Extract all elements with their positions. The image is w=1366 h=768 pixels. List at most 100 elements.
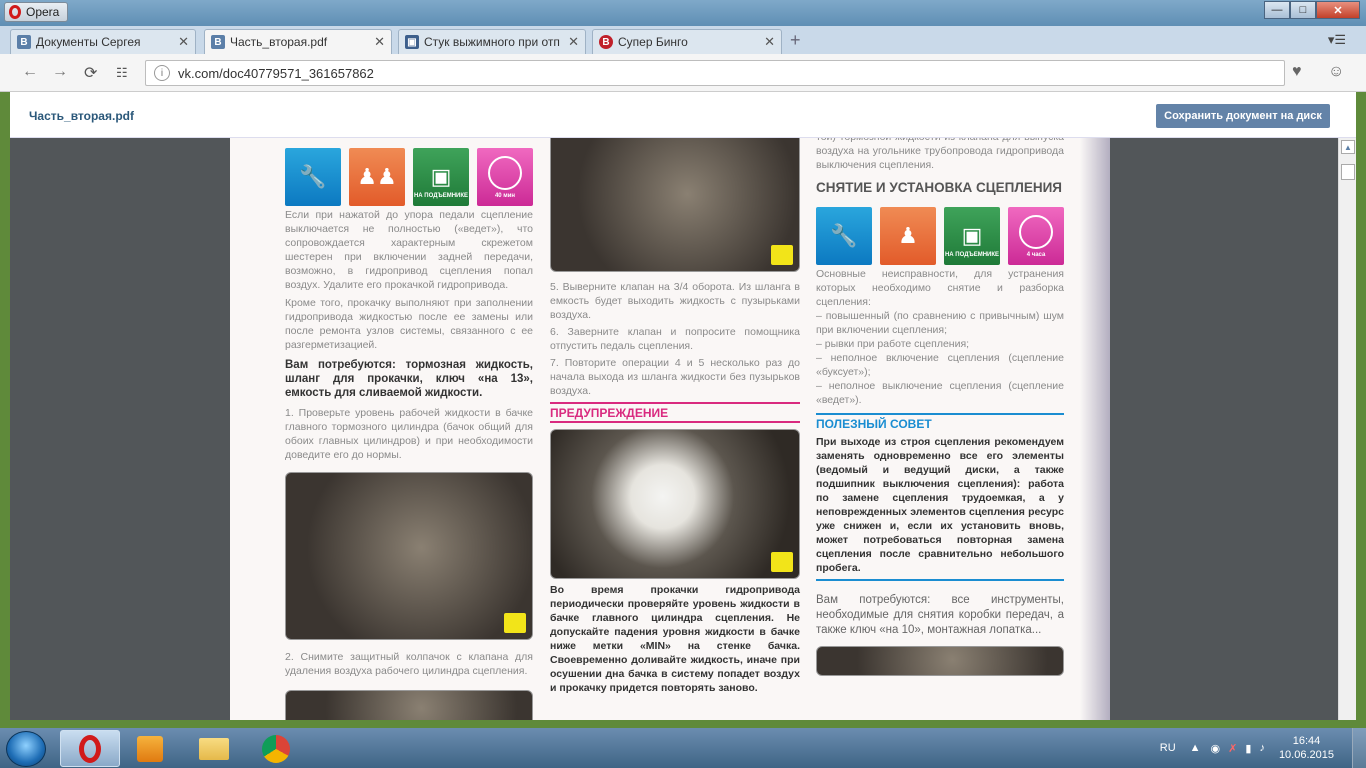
back-arrow-icon[interactable]: ← <box>22 63 38 81</box>
photo-hose <box>550 138 800 272</box>
vk-favicon-icon: В <box>211 35 225 49</box>
car-favicon-icon: ▣ <box>405 35 419 49</box>
wrench-icon: 🔧 <box>285 148 341 206</box>
volume-icon[interactable]: ♪ <box>1259 742 1265 754</box>
vk-document-header: Часть_вторая.pdf Сохранить документ на д… <box>10 92 1356 138</box>
step-text: 6. Заверните клапан и попросите помощник… <box>550 326 800 352</box>
close-button[interactable]: ✕ <box>1316 1 1360 19</box>
photo-bottom <box>285 690 533 720</box>
taskbar-chrome[interactable] <box>246 730 306 767</box>
warning-text: Во время прокачки гидропривода периодиче… <box>550 584 800 694</box>
scroll-thumb[interactable] <box>1341 164 1355 180</box>
paragraph: Если при нажатой до упора педали сцеплен… <box>285 209 533 291</box>
account-icon[interactable]: ☺ <box>1328 63 1344 81</box>
pdf-column-middle: 5. Выверните клапан на 3/4 оборота. Из ш… <box>550 138 800 695</box>
taskbar-media-player[interactable] <box>120 730 180 767</box>
document-title[interactable]: Часть_вторая.pdf <box>29 109 134 123</box>
opera-logo-icon <box>9 5 21 19</box>
chrome-icon <box>262 734 290 763</box>
tab-label: Часть_вторая.pdf <box>230 35 328 49</box>
taskbar-opera[interactable] <box>60 730 120 767</box>
network-warning-icon[interactable]: ✗ <box>1228 742 1237 755</box>
speed-dial-grid-icon[interactable]: ☷ <box>116 65 128 81</box>
step-text: 1. Проверьте уровень рабочей жидкости в … <box>285 407 533 461</box>
tab-label: Супер Бинго <box>618 35 688 49</box>
list-item: – повышенный (по сравнению с привычным) … <box>816 310 1064 336</box>
photo-bottom <box>816 646 1064 676</box>
language-indicator[interactable]: RU <box>1160 742 1176 754</box>
requirements-text: Вам потребуются: все инструменты, необхо… <box>816 594 1064 636</box>
opera-logo-icon <box>79 734 101 763</box>
difficulty-icons: 🔧 ♟♟ ▣ НА ПОДЪЕМНИКЕ 40 мин <box>285 148 533 206</box>
maximize-button[interactable]: □ <box>1290 1 1316 19</box>
section-title: СНЯТИЕ И УСТАНОВКА СЦЕПЛЕНИЯ <box>816 180 1063 195</box>
taskbar-explorer[interactable] <box>184 730 244 767</box>
vertical-scrollbar[interactable]: ▲ <box>1338 138 1356 720</box>
paragraph: Основные неисправности, для устранения к… <box>816 268 1064 308</box>
forward-arrow-icon[interactable]: → <box>52 63 68 81</box>
minimize-button[interactable]: — <box>1264 1 1290 19</box>
tab-close-icon[interactable]: ✕ <box>178 34 189 50</box>
tab-forum[interactable]: ▣ Стук выжимного при отп ✕ <box>398 29 586 54</box>
show-hidden-icons-icon[interactable]: ▲ <box>1190 742 1201 754</box>
tab-documents[interactable]: В Документы Сергея ✕ <box>10 29 196 54</box>
clock-icon: 4 часа <box>1008 207 1064 265</box>
bingo-favicon-icon: B <box>599 35 613 49</box>
difficulty-icons: 🔧 ♟ ▣ НА ПОДЪЕМНИКЕ 4 часа <box>816 207 1064 265</box>
clock[interactable]: 16:44 10.06.2015 <box>1279 734 1334 762</box>
list-item: – неполное включение сцепления (сцеплени… <box>816 352 1064 378</box>
tip-text: При выходе из строя сцепления рекомендуе… <box>816 435 1064 581</box>
photo-reservoir <box>550 429 800 579</box>
address-field[interactable]: i vk.com/doc40779571_361657862 <box>145 60 1285 86</box>
tab-label: Документы Сергея <box>36 35 141 49</box>
tab-menu-chevron-icon[interactable]: ▾☰ <box>1328 32 1346 48</box>
folder-icon <box>199 737 229 760</box>
signal-icon[interactable]: ▮ <box>1245 742 1251 755</box>
tab-close-icon[interactable]: ✕ <box>764 34 775 50</box>
start-button[interactable] <box>6 731 46 767</box>
tab-close-icon[interactable]: ✕ <box>374 34 385 50</box>
step-text: 5. Выверните клапан на 3/4 оборота. Из ш… <box>550 281 800 321</box>
requirements-text: Вам потребуются: тормозная жидкость, шла… <box>285 359 533 399</box>
photo-valve <box>285 472 533 640</box>
clock-date: 10.06.2015 <box>1278 749 1334 761</box>
pdf-page: 🔧 ♟♟ ▣ НА ПОДЪЕМНИКЕ 40 мин Если при нажа… <box>230 138 1110 720</box>
pdf-viewer[interactable]: 🔧 ♟♟ ▣ НА ПОДЪЕМНИКЕ 40 мин Если при нажа… <box>10 138 1356 720</box>
tab-label: Стук выжимного при отп <box>424 35 560 49</box>
step-text: 7. Повторите операции 4 и 5 несколько ра… <box>550 357 800 397</box>
windows-taskbar: RU ▲ ◉ ✗ ▮ ♪ 16:44 10.06.2015 <box>0 728 1366 768</box>
sticker-icon <box>504 613 526 633</box>
tip-heading: ПОЛЕЗНЫЙ СОВЕТ <box>816 413 1064 431</box>
pdf-column-right: той) тормозной жидкости из клапана для в… <box>816 138 1064 676</box>
step-text: 2. Снимите защитный колпачок с клапана д… <box>285 651 533 677</box>
site-info-icon[interactable]: i <box>154 65 170 81</box>
address-toolbar: ← → ⟳ ☷ i vk.com/doc40779571_361657862 ♥… <box>0 54 1366 92</box>
new-tab-button[interactable]: + <box>790 30 801 51</box>
media-player-icon <box>137 735 163 762</box>
save-to-disk-button[interactable]: Сохранить документ на диск <box>1156 104 1330 128</box>
url-text: vk.com/doc40779571_361657862 <box>178 65 374 81</box>
paragraph: той) тормозной жидкости из клапана для в… <box>816 138 1064 171</box>
system-tray: RU ▲ ◉ ✗ ▮ ♪ 16:44 10.06.2015 <box>1160 728 1366 768</box>
reload-icon[interactable]: ⟳ <box>84 63 97 83</box>
window-titlebar: Opera — □ ✕ <box>0 0 1366 26</box>
opera-menu-button[interactable]: Opera <box>4 2 69 22</box>
tab-bar: В Документы Сергея ✕ В Часть_вторая.pdf … <box>0 26 1366 54</box>
tray-app-icon[interactable]: ◉ <box>1211 742 1221 755</box>
car-lift-icon: ▣ НА ПОДЪЕМНИКЕ <box>944 207 1000 265</box>
two-people-icon: ♟♟ <box>349 148 405 206</box>
vk-favicon-icon: В <box>17 35 31 49</box>
heart-bookmark-icon[interactable]: ♥ <box>1292 63 1302 81</box>
warning-heading: ПРЕДУПРЕЖДЕНИЕ <box>550 402 800 423</box>
scroll-up-arrow-icon[interactable]: ▲ <box>1341 140 1355 154</box>
wrench-icon: 🔧 <box>816 207 872 265</box>
tab-bingo[interactable]: B Супер Бинго ✕ <box>592 29 782 54</box>
tab-close-icon[interactable]: ✕ <box>568 34 579 50</box>
list-item: – неполное выключение сцепления (сцеплен… <box>816 380 1064 406</box>
clock-time: 16:44 <box>1292 735 1321 747</box>
show-desktop-button[interactable] <box>1352 728 1366 768</box>
window-controls: — □ ✕ <box>1264 1 1360 19</box>
sticker-icon <box>771 552 793 572</box>
car-lift-icon: ▣ НА ПОДЪЕМНИКЕ <box>413 148 469 206</box>
tab-pdf[interactable]: В Часть_вторая.pdf ✕ <box>204 29 392 54</box>
